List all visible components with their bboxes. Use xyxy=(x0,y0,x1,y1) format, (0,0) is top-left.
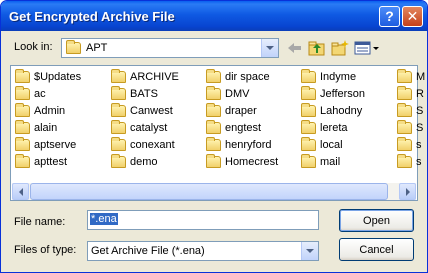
folder-label: Indyme xyxy=(320,71,357,83)
folder-icon xyxy=(206,86,221,100)
help-button[interactable]: ? xyxy=(379,6,400,27)
folder-label: S xyxy=(416,122,424,134)
folder-icon xyxy=(206,120,221,134)
folder-label: demo xyxy=(130,156,158,168)
folder-icon xyxy=(397,103,412,117)
back-arrow-icon[interactable] xyxy=(286,40,304,56)
folder-label: engtest xyxy=(225,122,262,134)
folder-label: ac xyxy=(34,88,46,100)
folder-icon xyxy=(15,69,30,83)
folder-icon xyxy=(15,103,30,117)
folder-icon xyxy=(206,103,221,117)
open-button[interactable]: Open xyxy=(339,209,414,232)
folder-icon xyxy=(111,103,126,117)
file-type-value: Get Archive File (*.ena) xyxy=(91,245,205,257)
folder-label: Canwest xyxy=(130,105,173,117)
folder-icon xyxy=(111,69,126,83)
cancel-button[interactable]: Cancel xyxy=(339,238,414,261)
folder-icon xyxy=(206,69,221,83)
folder-label: $Updates xyxy=(34,71,82,83)
folder-label: Admin xyxy=(34,105,66,117)
folder-icon xyxy=(397,86,412,100)
folder-label: S xyxy=(416,105,424,117)
folder-icon xyxy=(111,154,126,168)
look-in-value: APT xyxy=(86,42,108,54)
folder-label: draper xyxy=(225,105,257,117)
file-name-value: *.ena xyxy=(90,213,118,225)
views-menu-icon[interactable] xyxy=(354,40,380,56)
file-name-label: File name: xyxy=(14,216,66,228)
folder-label: s xyxy=(416,156,422,168)
folder-label: DMV xyxy=(225,88,250,100)
folder-icon xyxy=(206,154,221,168)
folder-label: alain xyxy=(34,122,58,134)
folder-label: Homecrest xyxy=(225,156,279,168)
folder-icon xyxy=(301,120,316,134)
folder-icon xyxy=(301,103,316,117)
up-one-level-icon[interactable] xyxy=(308,40,326,56)
folder-label: Lahodny xyxy=(320,105,363,117)
folder-icon xyxy=(206,137,221,151)
file-list-view[interactable]: $Updates ac Admin alain aptserve apttest… xyxy=(10,65,425,201)
folder-icon xyxy=(15,120,30,134)
file-type-dropdown[interactable]: Get Archive File (*.ena) xyxy=(87,241,319,261)
folder-label: Jefferson xyxy=(320,88,366,100)
folder-icon xyxy=(15,154,30,168)
close-button[interactable]: ✕ xyxy=(402,6,423,27)
look-in-dropdown[interactable]: APT xyxy=(61,38,279,58)
folder-label: henryford xyxy=(225,139,272,151)
folder-icon xyxy=(301,69,316,83)
scrollbar-thumb[interactable] xyxy=(30,183,388,200)
folder-icon xyxy=(397,154,412,168)
new-folder-icon[interactable] xyxy=(331,40,349,56)
folder-label: lereta xyxy=(320,122,348,134)
folder-icon xyxy=(66,40,81,54)
scroll-right-icon[interactable] xyxy=(399,183,416,200)
folder-label: ARCHIVE xyxy=(130,71,179,83)
title-bar[interactable]: Get Encrypted Archive File ? ✕ xyxy=(1,1,427,31)
file-name-input[interactable]: *.ena xyxy=(87,210,319,230)
window-title: Get Encrypted Archive File xyxy=(9,9,175,24)
folder-icon xyxy=(15,86,30,100)
file-type-label: Files of type: xyxy=(14,244,77,256)
folder-icon xyxy=(397,120,412,134)
horizontal-scrollbar[interactable] xyxy=(12,183,416,200)
open-file-dialog: Get Encrypted Archive File ? ✕ Look in: … xyxy=(0,0,428,273)
folder-label: M xyxy=(416,71,426,83)
folder-label: mail xyxy=(320,156,341,168)
folder-icon xyxy=(397,69,412,83)
folder-icon xyxy=(111,120,126,134)
folder-label: s xyxy=(416,139,422,151)
folder-icon xyxy=(397,137,412,151)
folder-label: dir space xyxy=(225,71,270,83)
chevron-down-icon[interactable] xyxy=(261,39,278,57)
scroll-left-icon[interactable] xyxy=(12,183,29,200)
folder-label: conexant xyxy=(130,139,175,151)
folder-label: aptserve xyxy=(34,139,77,151)
folder-label: apttest xyxy=(34,156,68,168)
chevron-down-icon[interactable] xyxy=(301,242,318,260)
folder-icon xyxy=(15,137,30,151)
folder-icon xyxy=(111,86,126,100)
folder-label: R xyxy=(416,88,424,100)
folder-icon xyxy=(301,86,316,100)
folder-icon xyxy=(111,137,126,151)
folder-label: catalyst xyxy=(130,122,168,134)
folder-label: local xyxy=(320,139,343,151)
folder-icon xyxy=(301,137,316,151)
folder-icon xyxy=(301,154,316,168)
look-in-label: Look in: xyxy=(14,41,53,53)
folder-label: BATS xyxy=(130,88,158,100)
